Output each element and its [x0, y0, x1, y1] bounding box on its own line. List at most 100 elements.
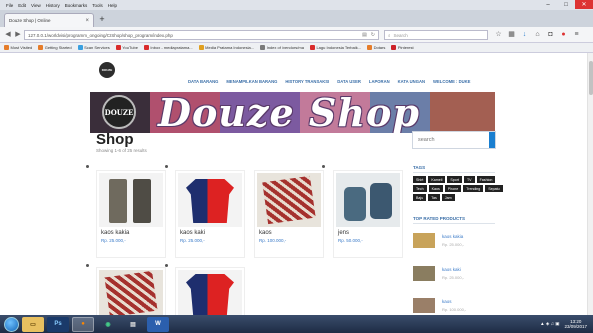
- close-window-icon[interactable]: ✕: [575, 0, 593, 9]
- site-logo-text: DOUZE: [101, 68, 113, 72]
- clock[interactable]: 13:20 23/09/2017: [564, 319, 587, 329]
- nav-menampilkan-barang[interactable]: MENAMPILKAN BARANG: [226, 79, 277, 84]
- top-rated-name[interactable]: kaos kaki: [442, 267, 461, 272]
- top-rated-item[interactable]: kaos Rp. 100.000,-: [413, 298, 503, 315]
- menu-bookmarks[interactable]: Bookmarks: [65, 3, 88, 8]
- address-bar[interactable]: 127.0.0.1/worldvisi/programm_ongoing/CIS…: [24, 30, 379, 40]
- menu-edit[interactable]: Edit: [18, 3, 26, 8]
- new-tab-icon[interactable]: +: [97, 14, 107, 24]
- tab-douze-shop[interactable]: Douze Shop | Online ×: [4, 13, 94, 27]
- tag-chip[interactable]: Phone: [444, 185, 462, 192]
- product-image[interactable]: [257, 173, 321, 227]
- tag-chip[interactable]: Jam: [441, 194, 455, 201]
- site-logo[interactable]: DOUZE: [99, 62, 115, 78]
- bookmark-star-icon[interactable]: ☆: [494, 30, 503, 40]
- bookmark-item[interactable]: YouTube: [115, 45, 138, 50]
- product-name[interactable]: kaos kaki: [180, 230, 205, 236]
- addon-icon[interactable]: ●: [559, 30, 568, 40]
- top-rated-thumb[interactable]: [413, 298, 435, 313]
- product-card[interactable]: kaos Rp. 100.000,-: [254, 170, 324, 258]
- bookmark-item[interactable]: Index of /vendors/ma: [260, 45, 304, 50]
- pocket-icon[interactable]: ◘: [546, 30, 555, 40]
- nav-laporan[interactable]: LAPORAN: [369, 79, 390, 84]
- product-card[interactable]: [175, 267, 245, 315]
- product-card[interactable]: jens Rp. 50.000,-: [333, 170, 403, 258]
- reload-icon[interactable]: ↻: [371, 32, 375, 38]
- bookmark-item[interactable]: Media Pratama Indonesia...: [198, 45, 254, 50]
- product-name[interactable]: jens: [338, 230, 349, 236]
- tag-chip[interactable]: Tas: [428, 194, 440, 201]
- top-rated-thumb[interactable]: [413, 233, 435, 248]
- tag-chip[interactable]: Baju: [413, 194, 427, 201]
- maximize-icon[interactable]: □: [557, 0, 575, 9]
- taskbar-word-icon[interactable]: W: [147, 316, 169, 332]
- tab-title: Douze Shop | Online: [9, 18, 51, 23]
- product-image[interactable]: [336, 173, 400, 227]
- nav-data-barang[interactable]: DATA BARANG: [188, 79, 218, 84]
- tag-chip[interactable]: TV: [463, 176, 475, 183]
- taskbar-explorer-icon[interactable]: ▭: [22, 316, 44, 332]
- product-card[interactable]: [96, 267, 166, 315]
- bookmark-item[interactable]: Lagu Indonesia Terbaik...: [309, 45, 361, 50]
- top-rated-item[interactable]: kaos kaki Rp. 25.000,-: [413, 266, 503, 286]
- bookmark-item[interactable]: Pinterest: [391, 45, 414, 50]
- nav-welcome-user[interactable]: WELCOME : DUKE: [433, 79, 470, 84]
- nav-kata-ungan[interactable]: KATA UNGAN: [398, 79, 425, 84]
- product-image[interactable]: [178, 270, 242, 315]
- bookmark-item[interactable]: Getting Started: [38, 45, 72, 50]
- scrollbar-thumb[interactable]: [589, 61, 593, 95]
- download-icon[interactable]: ↓: [520, 30, 529, 40]
- url-text: 127.0.0.1/worldvisi/programm_ongoing/CIS…: [28, 32, 173, 38]
- back-icon[interactable]: ◀: [3, 30, 13, 40]
- product-image[interactable]: [99, 270, 163, 315]
- tray-icons[interactable]: ▲ ◈ ♫ ▣: [540, 321, 559, 327]
- taskbar-files-icon[interactable]: ▤: [122, 317, 144, 332]
- reader-icon[interactable]: ▤: [362, 32, 367, 38]
- product-card[interactable]: kaos kakia Rp. 25.000,-: [96, 170, 166, 258]
- bookmark-item[interactable]: Inbox - mediapratama...: [143, 45, 193, 50]
- bookmark-item[interactable]: Most Visited: [4, 45, 32, 50]
- search-input[interactable]: [413, 132, 489, 148]
- product-image[interactable]: [178, 173, 242, 227]
- product-name[interactable]: kaos: [259, 230, 272, 236]
- library-icon[interactable]: ▦: [507, 30, 516, 40]
- menu-help[interactable]: Help: [108, 3, 117, 8]
- home-icon[interactable]: ⌂: [533, 30, 542, 40]
- menu-tools[interactable]: Tools: [92, 3, 103, 8]
- nav-data-user[interactable]: DATA USER: [337, 79, 361, 84]
- product-card[interactable]: kaos kaki Rp. 25.000,-: [175, 170, 245, 258]
- tag-chip[interactable]: Kaos: [428, 185, 443, 192]
- taskbar-photoshop-icon[interactable]: Ps: [47, 316, 69, 332]
- site-search: [412, 131, 496, 149]
- page-scrollbar[interactable]: [587, 53, 593, 315]
- tag-chip[interactable]: Shirt: [413, 176, 427, 183]
- start-button[interactable]: [4, 316, 19, 332]
- browser-search[interactable]: ⌕ Search: [384, 30, 488, 40]
- product-price: Rp. 25.000,-: [101, 238, 126, 243]
- forward-icon[interactable]: ▶: [13, 30, 23, 40]
- product-name[interactable]: kaos kakia: [101, 230, 129, 236]
- menu-view[interactable]: View: [31, 3, 41, 8]
- top-rated-thumb[interactable]: [413, 266, 435, 281]
- top-rated-name[interactable]: kaos: [442, 299, 452, 304]
- tag-chip[interactable]: Sepatu: [485, 185, 503, 192]
- taskbar-firefox-icon[interactable]: ●: [72, 316, 94, 332]
- search-button[interactable]: [489, 132, 495, 148]
- hamburger-menu-icon[interactable]: ≡: [572, 30, 581, 40]
- tag-chip[interactable]: Sport: [447, 176, 462, 183]
- taskbar-media-icon[interactable]: ◉: [97, 317, 119, 332]
- close-tab-icon[interactable]: ×: [85, 18, 89, 24]
- tag-chip[interactable]: Tech: [413, 185, 427, 192]
- bookmark-item[interactable]: Scan Services: [77, 45, 110, 50]
- nav-history-transaksi[interactable]: HISTORY TRANSAKSI: [285, 79, 329, 84]
- menu-history[interactable]: History: [46, 3, 60, 8]
- top-rated-item[interactable]: kaos kakia Rp. 25.000,-: [413, 233, 503, 253]
- tag-chip[interactable]: Trending: [463, 185, 484, 192]
- bookmark-item[interactable]: Dotars: [367, 45, 385, 50]
- top-rated-name[interactable]: kaos kakia: [442, 234, 463, 239]
- minimize-icon[interactable]: –: [539, 0, 557, 9]
- tag-chip[interactable]: Kameli: [428, 176, 446, 183]
- menu-file[interactable]: File: [6, 3, 13, 8]
- tag-chip[interactable]: Fashion: [476, 176, 496, 183]
- product-image[interactable]: [99, 173, 163, 227]
